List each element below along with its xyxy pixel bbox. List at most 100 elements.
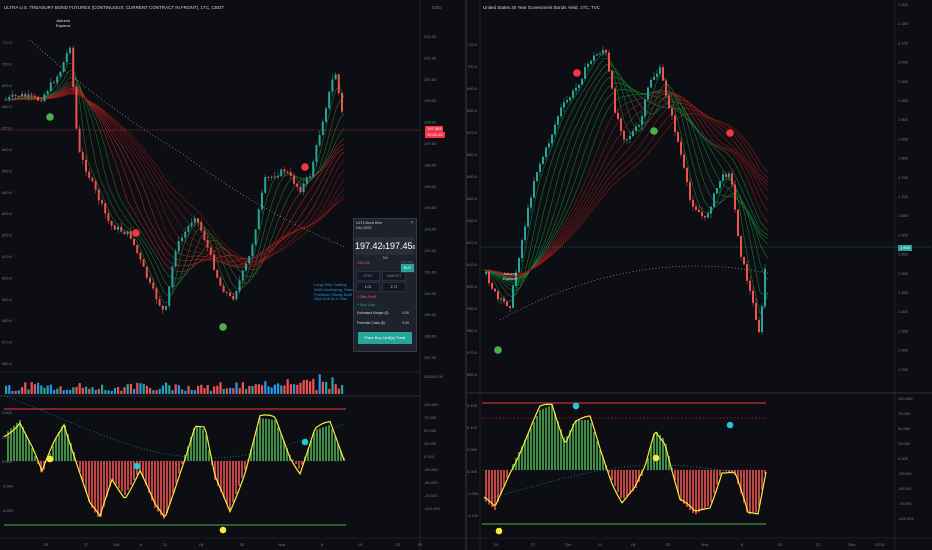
volume-bar [107, 390, 110, 394]
right-price-tick: 640.0 [467, 196, 478, 201]
quantity-value[interactable]: 2.71 [382, 282, 406, 292]
close-icon[interactable]: ✕ [410, 221, 414, 226]
candle-body [296, 183, 299, 187]
histogram-bar [238, 461, 240, 486]
candle-body [701, 212, 703, 216]
volume-bar [296, 384, 299, 394]
candle-body [662, 67, 664, 81]
histogram-bar [331, 429, 333, 461]
volume-bar [337, 388, 340, 394]
histogram-bar [719, 470, 721, 476]
order-type-stop[interactable]: STOP [356, 271, 380, 281]
histogram-bar [334, 436, 336, 461]
volume-bar [136, 382, 139, 394]
histogram-bar [88, 461, 90, 502]
candle-body [206, 240, 209, 248]
left-price-tick-right: 201.00 [424, 55, 437, 60]
volume-bar [30, 382, 33, 394]
candle-body [659, 67, 661, 74]
buy-side-toggle[interactable]: BUY [400, 263, 415, 273]
right-price-tick: 570.0 [467, 350, 478, 355]
left-price-tick: 680.0 [2, 104, 13, 109]
histogram-bar [55, 438, 57, 461]
candle-body [337, 74, 340, 93]
histogram-bar [223, 461, 225, 498]
candle-body [521, 240, 523, 259]
left-price-tick: 570.0 [2, 340, 13, 345]
histogram-bar [701, 470, 703, 511]
left-time-tick: 15 [358, 542, 363, 547]
candle-body [749, 280, 751, 291]
histogram-bar [268, 419, 270, 461]
right-price-tick-right: 1.850 [898, 136, 909, 141]
candle-body [740, 236, 742, 257]
histogram-bar [530, 428, 532, 470]
ma-ribbon-line [483, 76, 769, 284]
candle-body [46, 90, 49, 95]
left-time-tick: 11 [163, 542, 168, 547]
candle-body [8, 96, 11, 100]
left-price-tick-right: 198.00 [424, 120, 437, 125]
costs-row: Potential Costs ($) 0.00 [357, 321, 409, 325]
place-trade-button[interactable]: Place Buy Limit(s) Trade [358, 332, 412, 344]
quantity-input[interactable]: 1.01 [356, 282, 380, 292]
right-osc-tick-right: -25.000 [898, 471, 912, 476]
volume-bar [117, 387, 120, 394]
candle-body [24, 93, 27, 97]
candle-body [599, 53, 601, 55]
histogram-bar [295, 461, 297, 464]
histogram-bar [28, 441, 30, 461]
charts-canvas[interactable]: 710.0 700.0 690.0 680.0 670.0 660.0 650.0 640.0… [0, 0, 932, 550]
right-trend-dots [499, 265, 769, 321]
histogram-bar [199, 427, 201, 461]
volume-bar [270, 387, 273, 394]
right-time-tick: 11 [598, 542, 603, 547]
right-price-tick-right: 1.300 [898, 348, 909, 353]
candle-body [758, 320, 760, 333]
right-price-tick-right: 2.200 [898, 2, 909, 7]
histogram-bar [121, 461, 123, 492]
volume-bar [305, 379, 308, 394]
right-price-tick: 670.0 [467, 130, 478, 135]
buy-button[interactable]: 197.456 [385, 237, 415, 255]
candle-body [203, 230, 206, 241]
candle-body [608, 52, 610, 72]
left-autumn-note: Autumn Equinox [56, 18, 71, 28]
volume-bar [5, 385, 8, 394]
volume-bar [43, 387, 46, 394]
histogram-bar [271, 419, 273, 461]
volume-bar [165, 382, 168, 394]
take-profit-toggle[interactable]: + Take Profit [357, 293, 415, 301]
sell-button[interactable]: 197.420 [355, 237, 385, 255]
candle-body [286, 171, 289, 173]
candle-body [264, 177, 267, 193]
left-osc-tick-right: -75.000 [424, 493, 438, 498]
volume-bar [171, 390, 174, 394]
histogram-bar [581, 420, 583, 470]
right-osc-tick-right: -100.000 [898, 516, 915, 521]
candle-body [85, 159, 87, 172]
volume-bar [161, 385, 164, 394]
volume-bar [69, 389, 72, 394]
right-osc-tick-right: 100.000 [898, 396, 913, 401]
stop-loss-toggle[interactable]: + Stop Loss [357, 301, 415, 309]
left-price-tick: 690.0 [2, 83, 13, 88]
left-price-tick: 600.0 [2, 275, 13, 280]
left-osc-tick-right: 100.000 [424, 402, 439, 407]
histogram-bar [58, 432, 60, 461]
candle-body [299, 186, 302, 193]
histogram-bar [172, 461, 174, 494]
histogram-bar [127, 461, 129, 490]
candle-body [110, 221, 113, 226]
volume-bar [254, 384, 257, 394]
candle-body [232, 295, 235, 300]
histogram-bar [160, 461, 162, 516]
left-price-tick-right: 193.00 [424, 227, 437, 232]
candle-body [142, 259, 145, 267]
volume-bar [261, 385, 264, 394]
candle-body [334, 74, 337, 80]
histogram-bar [205, 435, 207, 461]
candle-body [14, 94, 17, 96]
right-osc-tick: -0.050 [467, 491, 479, 496]
signal-dot [650, 127, 658, 135]
